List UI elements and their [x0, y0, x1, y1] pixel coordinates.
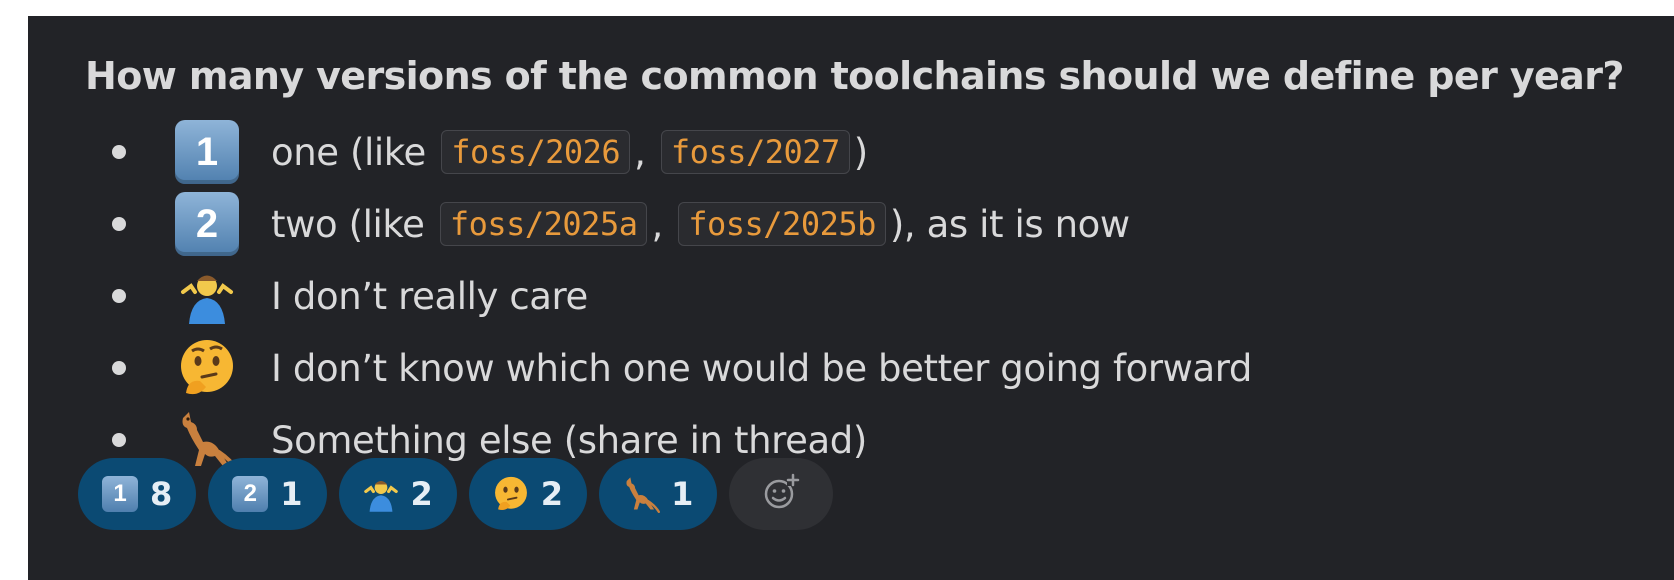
add-reaction-icon	[761, 472, 801, 516]
bullet-icon	[112, 217, 126, 231]
reaction-shrug[interactable]: 2	[338, 458, 457, 530]
reaction-count: 2	[540, 475, 564, 513]
keycap-2-icon: 2	[230, 474, 270, 514]
reaction-kangaroo[interactable]: 1	[599, 458, 718, 530]
code-snippet: foss/2027	[660, 130, 850, 174]
message-panel: How many versions of the common toolchai…	[28, 16, 1674, 580]
keycap-2-icon: 2	[174, 191, 240, 257]
poll-option-label: I don’t know which one would be better g…	[271, 346, 1253, 390]
reaction-count: 2	[410, 475, 433, 513]
reactions-bar: 1 8 2 1 2 2 1	[78, 458, 834, 530]
person-shrugging-icon	[361, 474, 401, 514]
bullet-icon	[112, 433, 126, 447]
bullet-icon	[112, 145, 126, 159]
poll-option-label: one (like foss/2026, foss/2027)	[271, 130, 868, 174]
code-snippet: foss/2025b	[678, 202, 886, 246]
thinking-face-icon	[491, 474, 531, 514]
poll-question: How many versions of the common toolchai…	[85, 54, 1624, 98]
reaction-count: 8	[150, 475, 173, 513]
poll-option-label: Something else (share in thread)	[271, 418, 867, 462]
bullet-icon	[112, 361, 126, 375]
add-reaction-button[interactable]	[729, 458, 834, 530]
reaction-thinking[interactable]: 2	[468, 458, 588, 530]
reaction-count: 1	[671, 475, 694, 513]
bullet-icon	[112, 289, 126, 303]
kangaroo-icon	[621, 474, 661, 514]
person-shrugging-icon	[174, 263, 240, 329]
poll-option-label: two (like foss/2025a, foss/2025b), as it…	[271, 202, 1130, 246]
keycap-1-icon: 1	[174, 119, 240, 185]
code-snippet: foss/2026	[441, 130, 631, 174]
reaction-count: 1	[280, 475, 303, 513]
thinking-face-icon	[174, 335, 240, 401]
reaction-keycap-1[interactable]: 1 8	[78, 458, 197, 530]
code-snippet: foss/2025a	[439, 202, 648, 246]
keycap-1-icon: 1	[100, 474, 140, 514]
reaction-keycap-2[interactable]: 2 1	[208, 458, 327, 530]
poll-option-label: I don’t really care	[271, 274, 588, 318]
